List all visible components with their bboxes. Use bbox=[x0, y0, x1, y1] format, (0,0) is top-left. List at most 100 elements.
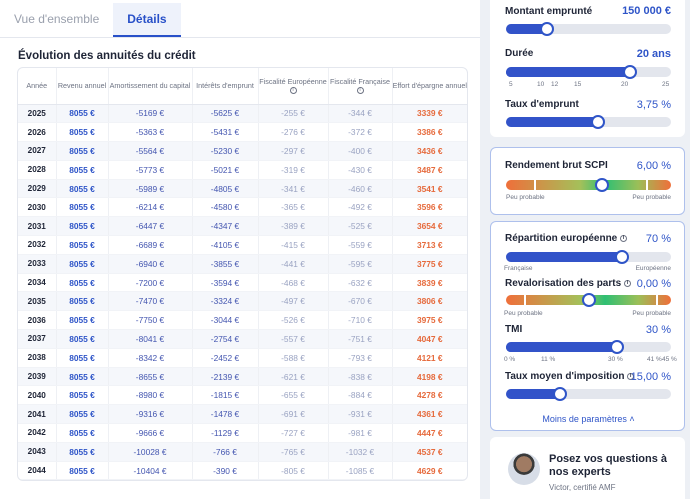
french-tax-cell: -1085 € bbox=[328, 461, 393, 481]
european-share-label: Répartition européenne i bbox=[505, 233, 628, 244]
year-cell: 2037 bbox=[18, 329, 57, 349]
tmi-tick: 45 % bbox=[662, 356, 677, 363]
revenue-cell: 8055 € bbox=[56, 254, 109, 274]
amortization-cell: -5169 € bbox=[108, 104, 193, 124]
scpi-yield-separator bbox=[534, 180, 536, 190]
less-parameters-label: Moins de paramètres bbox=[542, 414, 627, 424]
loan-parameters-card: Montant emprunté 150 000 € Durée 20 ans … bbox=[490, 0, 685, 137]
duration-step-dot[interactable] bbox=[573, 67, 582, 77]
amortization-cell: -10404 € bbox=[108, 461, 193, 481]
loan-amount-handle[interactable] bbox=[540, 22, 555, 36]
european-tax-cell: -389 € bbox=[258, 216, 329, 237]
interest-rate-fill bbox=[506, 117, 599, 127]
duration-slider[interactable] bbox=[506, 65, 671, 79]
revaluation-slider[interactable] bbox=[506, 293, 671, 307]
tmi-slider[interactable] bbox=[506, 340, 671, 354]
tmi-step-dot[interactable] bbox=[506, 342, 515, 352]
effort-cell: 4047 € bbox=[392, 329, 467, 349]
table-title: Évolution des annuités du crédit bbox=[18, 50, 196, 62]
scpi-yield-label: Rendement brut SCPI bbox=[505, 160, 608, 171]
duration-label: Durée bbox=[505, 48, 534, 59]
european-share-slider[interactable] bbox=[506, 250, 671, 264]
scpi-yield-value: 6,00 % bbox=[636, 160, 671, 172]
french-tax-cell: -793 € bbox=[328, 348, 393, 368]
info-icon[interactable]: i bbox=[623, 279, 631, 287]
scpi-yield-card: Rendement brut SCPI 6,00 % Peu probable … bbox=[490, 147, 685, 215]
effort-cell: 3339 € bbox=[392, 104, 467, 124]
interest-rate-slider[interactable] bbox=[506, 115, 671, 129]
table-row: 2039 8055 € -8655 € -2139 € -621 € -838 €4198… bbox=[18, 367, 467, 387]
duration-step-dot[interactable] bbox=[536, 67, 545, 77]
effort-cell: 3713 € bbox=[392, 235, 467, 255]
interest-cell: -3855 € bbox=[192, 254, 259, 274]
revenue-cell: 8055 € bbox=[56, 385, 109, 406]
amortization-cell: -6447 € bbox=[108, 216, 193, 237]
duration-step-dot[interactable] bbox=[506, 67, 515, 77]
average-tax-rate-handle[interactable] bbox=[553, 387, 568, 401]
average-tax-rate-slider[interactable] bbox=[506, 387, 671, 401]
revenue-cell: 8055 € bbox=[56, 404, 109, 425]
col-header-revenue: Revenu annuel bbox=[56, 68, 109, 105]
year-cell: 2042 bbox=[18, 423, 57, 443]
duration-tick: 10 bbox=[537, 81, 545, 88]
table-row: 2041 8055 € -9316 € -1478 € -691 € -931 €4361… bbox=[18, 404, 467, 425]
interest-rate-handle[interactable] bbox=[591, 115, 606, 129]
duration-tick: 12 bbox=[551, 81, 559, 88]
european-tax-cell: -655 € bbox=[258, 385, 329, 406]
interest-cell: -766 € bbox=[192, 442, 259, 462]
year-cell: 2041 bbox=[18, 404, 57, 425]
year-cell: 2034 bbox=[18, 273, 57, 293]
revenue-cell: 8055 € bbox=[56, 104, 109, 124]
revaluation-value: 0,00 % bbox=[636, 278, 671, 290]
revaluation-label-text: Revalorisation des parts bbox=[505, 278, 622, 289]
duration-handle[interactable] bbox=[622, 65, 637, 79]
interest-cell: -4805 € bbox=[192, 179, 259, 199]
less-parameters-button[interactable]: Moins de paramètres ˄ bbox=[491, 414, 686, 424]
revenue-cell: 8055 € bbox=[56, 179, 109, 199]
tmi-tick: 0 % bbox=[504, 356, 516, 363]
expert-card[interactable]: Posez vos questions à nos experts Victor… bbox=[490, 437, 685, 499]
interest-cell: -2139 € bbox=[192, 367, 259, 387]
average-tax-rate-label: Taux moyen d'imposition i bbox=[505, 371, 635, 382]
tmi-step-dot[interactable] bbox=[543, 342, 552, 352]
year-cell: 2032 bbox=[18, 235, 57, 255]
info-icon[interactable]: i bbox=[289, 87, 297, 95]
european-tax-cell: -727 € bbox=[258, 423, 329, 443]
table-row: 2030 8055 € -6214 € -4580 € -365 € -492 €3596… bbox=[18, 197, 467, 218]
interest-cell: -3324 € bbox=[192, 291, 259, 312]
info-icon[interactable]: i bbox=[356, 87, 364, 95]
loan-amount-slider[interactable] bbox=[506, 22, 671, 36]
french-tax-cell: -751 € bbox=[328, 329, 393, 349]
effort-cell: 3596 € bbox=[392, 197, 467, 218]
french-tax-cell: -595 € bbox=[328, 254, 393, 274]
french-tax-cell: -559 € bbox=[328, 235, 393, 255]
year-cell: 2033 bbox=[18, 254, 57, 274]
interest-cell: -5021 € bbox=[192, 160, 259, 180]
interest-cell: -4580 € bbox=[192, 197, 259, 218]
revenue-cell: 8055 € bbox=[56, 235, 109, 255]
revenue-cell: 8055 € bbox=[56, 329, 109, 349]
scpi-yield-handle[interactable] bbox=[594, 178, 609, 192]
revaluation-handle[interactable] bbox=[581, 293, 596, 307]
info-icon[interactable]: i bbox=[620, 234, 628, 242]
tab-overview[interactable]: Vue d'ensemble bbox=[0, 3, 113, 37]
amortization-cell: -5363 € bbox=[108, 122, 193, 143]
table-row: 2029 8055 € -5989 € -4805 € -341 € -460 €3541… bbox=[18, 179, 467, 199]
revenue-cell: 8055 € bbox=[56, 291, 109, 312]
duration-step-dot[interactable] bbox=[550, 67, 559, 77]
effort-cell: 3975 € bbox=[392, 310, 467, 331]
expert-title: Posez vos questions à nos experts bbox=[549, 453, 667, 478]
col-header-effort: Effort d'épargne annuel bbox=[392, 68, 467, 105]
revenue-cell: 8055 € bbox=[56, 367, 109, 387]
year-cell: 2043 bbox=[18, 442, 57, 462]
col-header-french-tax: Fiscalité Française i bbox=[328, 68, 393, 105]
revenue-cell: 8055 € bbox=[56, 273, 109, 293]
european-share-handle[interactable] bbox=[614, 250, 629, 264]
european-tax-cell: -691 € bbox=[258, 404, 329, 425]
tab-details[interactable]: Détails bbox=[113, 3, 181, 37]
effort-cell: 4198 € bbox=[392, 367, 467, 387]
tmi-handle[interactable] bbox=[609, 340, 624, 354]
european-tax-cell: -297 € bbox=[258, 141, 329, 161]
european-share-label-text: Répartition européenne bbox=[505, 233, 618, 244]
scpi-yield-slider[interactable] bbox=[506, 178, 671, 192]
